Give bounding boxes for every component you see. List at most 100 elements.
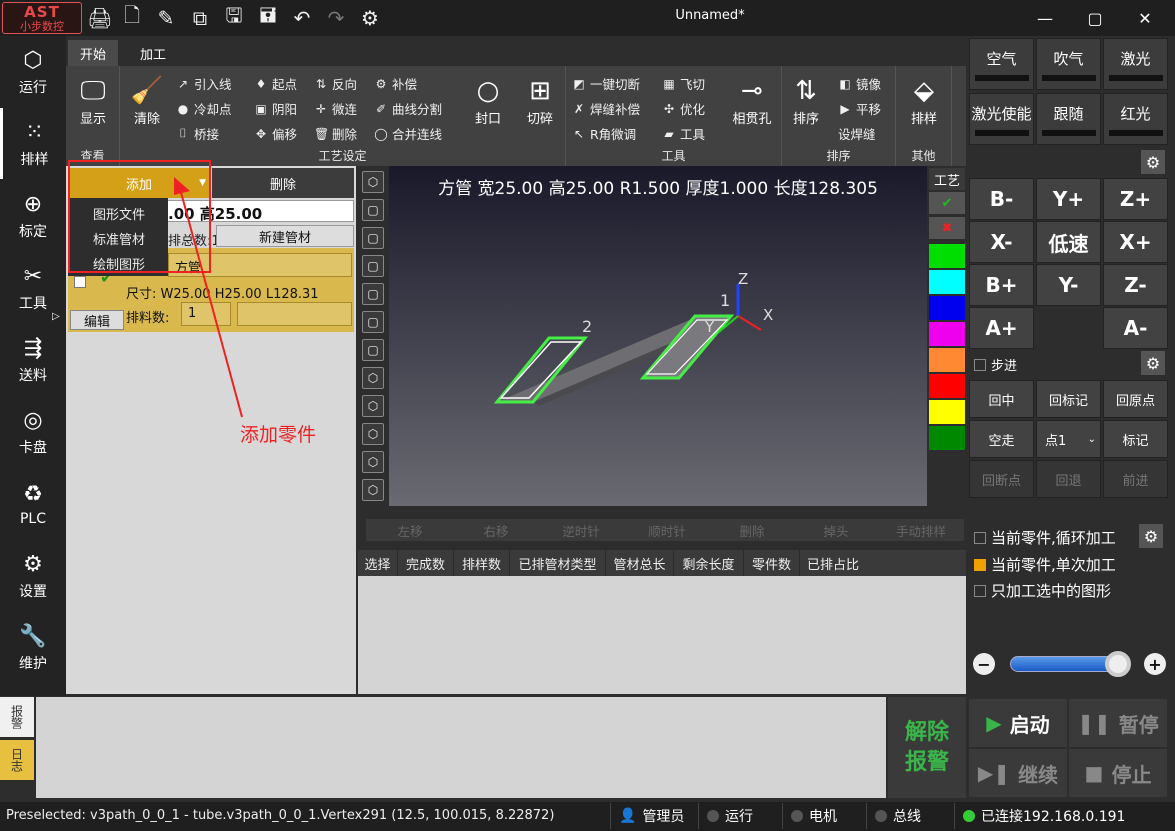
layer-swatch[interactable] xyxy=(929,322,965,346)
curve-split-button[interactable]: ✐ 曲线分割 xyxy=(374,99,442,118)
pause-button[interactable]: ❚❚ 暂停 xyxy=(1069,699,1167,747)
tools-button[interactable]: ▰ 工具 xyxy=(662,124,705,143)
alarm-tab[interactable]: 报警 xyxy=(0,697,34,737)
selected-only-checkbox[interactable]: 只加工选中的图形 xyxy=(974,580,1111,601)
nav-calibrate[interactable]: ⊕ 标定 xyxy=(0,180,66,251)
tab-process[interactable]: 加工 xyxy=(128,40,178,66)
print-icon[interactable]: 🖨 xyxy=(86,4,114,32)
single-current-checkbox[interactable]: 当前零件,单次加工 xyxy=(974,554,1116,575)
view-cube-1-icon[interactable]: ⬡ xyxy=(362,367,384,389)
nav-feed[interactable]: ⇶ 送料 xyxy=(0,324,66,395)
view-right-icon[interactable]: ▢ xyxy=(362,283,384,305)
return-mark-button[interactable]: 回标记 xyxy=(1036,380,1101,418)
view-iso-icon[interactable]: ⬡ xyxy=(362,171,384,193)
new-file-icon[interactable]: 🗋 xyxy=(118,3,146,32)
close-button[interactable]: ✕ xyxy=(1120,2,1170,34)
move-right-button[interactable]: 右移 xyxy=(454,519,538,541)
clear-button[interactable]: 🧹 清除 xyxy=(124,74,170,127)
speed-minus-button[interactable]: − xyxy=(973,653,995,675)
compensate-button[interactable]: ⚙ 补偿 xyxy=(374,74,417,93)
loop-current-checkbox[interactable]: 当前零件,循环加工 xyxy=(974,527,1116,548)
forward-button[interactable]: 前进 xyxy=(1103,460,1168,498)
minimize-button[interactable]: — xyxy=(1020,2,1070,34)
save-as-icon[interactable]: 🖬 xyxy=(254,3,282,32)
step-checkbox[interactable]: 步进 xyxy=(974,355,1017,374)
jog-low-speed[interactable]: 低速 xyxy=(1036,221,1101,263)
col-total-length[interactable]: 管材总长 xyxy=(606,550,674,576)
r-corner-button[interactable]: ↖ R角微调 xyxy=(572,124,636,143)
rotate-ccw-button[interactable]: 逆时针 xyxy=(538,519,624,541)
jog-b-plus[interactable]: B+ xyxy=(969,264,1034,306)
set-weld-button[interactable]: 设焊缝 xyxy=(838,124,876,143)
col-select[interactable]: 选择 xyxy=(358,550,398,576)
tab-start[interactable]: 开始 xyxy=(68,40,119,66)
translate-button[interactable]: ▶ 平移 xyxy=(838,99,881,118)
enable-check-icon[interactable]: ✔ xyxy=(929,192,965,214)
import-icon[interactable]: ⧉ xyxy=(186,4,214,32)
process-settings-gear-icon[interactable]: ⚙ xyxy=(1139,524,1163,548)
laser-enable-button[interactable]: 激光使能 xyxy=(969,93,1034,145)
col-tube-type[interactable]: 已排管材类型 xyxy=(510,550,606,576)
disable-x-icon[interactable]: ✖ xyxy=(929,217,965,239)
view-top-icon[interactable]: ▢ xyxy=(362,311,384,333)
layer-swatch[interactable] xyxy=(929,400,965,424)
jog-y-plus[interactable]: Y+ xyxy=(1036,178,1101,220)
settings-gear-icon[interactable]: ⚙ xyxy=(356,4,384,32)
part-checkbox[interactable] xyxy=(74,276,86,288)
start-point-button[interactable]: ♦ 起点 xyxy=(254,74,297,93)
layer-swatch[interactable] xyxy=(929,296,965,320)
jog-x-plus[interactable]: X+ xyxy=(1103,221,1168,263)
delete-button[interactable]: 🗑 删除 xyxy=(314,124,357,143)
yin-yang-button[interactable]: ▣ 阴阳 xyxy=(254,99,297,118)
stop-button[interactable]: ■ 停止 xyxy=(1069,749,1167,797)
weld-comp-button[interactable]: ✗ 焊缝补偿 xyxy=(572,99,640,118)
nav-run[interactable]: ⬡ 运行 xyxy=(0,36,66,107)
return-breakpoint-button[interactable]: 回断点 xyxy=(969,460,1034,498)
reverse-button[interactable]: ⇅ 反向 xyxy=(314,74,357,93)
layer-swatch[interactable] xyxy=(929,270,965,294)
air-button[interactable]: 空气 xyxy=(969,38,1034,90)
follow-button[interactable]: 跟随 xyxy=(1036,93,1101,145)
undo-icon[interactable]: ↶ xyxy=(288,4,316,32)
laser-button[interactable]: 激光 xyxy=(1103,38,1168,90)
layer-swatch[interactable] xyxy=(929,348,965,372)
cut-set-button[interactable]: ⊞ 切碎 xyxy=(516,74,564,127)
col-ratio[interactable]: 已排占比 xyxy=(800,550,866,576)
nav-plc[interactable]: ♻ PLC xyxy=(0,468,66,539)
rotate-cw-button[interactable]: 顺时针 xyxy=(624,519,710,541)
col-remaining[interactable]: 剩余长度 xyxy=(674,550,744,576)
intersect-hole-button[interactable]: ⊸ 相贯孔 xyxy=(726,74,778,127)
back-button[interactable]: 回退 xyxy=(1036,460,1101,498)
flip-button[interactable]: 掉头 xyxy=(794,519,878,541)
offset-button[interactable]: ✥ 偏移 xyxy=(254,124,297,143)
nav-settings[interactable]: ⚙ 设置 xyxy=(0,540,66,611)
fly-cut-button[interactable]: ▦ 飞切 xyxy=(662,74,705,93)
nesting-button[interactable]: ⬙ 排样 xyxy=(898,74,950,127)
admin-status[interactable]: 👤 管理员 xyxy=(610,803,694,829)
maximize-button[interactable]: ▢ xyxy=(1070,2,1120,34)
blow-button[interactable]: 吹气 xyxy=(1036,38,1101,90)
jog-x-minus[interactable]: X- xyxy=(969,221,1034,263)
view-front-icon[interactable]: ▢ xyxy=(362,199,384,221)
jog-b-minus[interactable]: B- xyxy=(969,178,1034,220)
speed-plus-button[interactable]: + xyxy=(1144,653,1166,675)
move-left-button[interactable]: 左移 xyxy=(366,519,454,541)
nav-nesting[interactable]: ⁙ 排样 xyxy=(0,108,66,179)
return-origin-button[interactable]: 回原点 xyxy=(1103,380,1168,418)
view-cube-3-icon[interactable]: ⬡ xyxy=(362,423,384,445)
edit-button[interactable]: 编辑 xyxy=(70,310,124,330)
view-back-icon[interactable]: ▢ xyxy=(362,227,384,249)
edit-file-icon[interactable]: ✎ xyxy=(152,4,180,32)
mirror-button[interactable]: ◧ 镜像 xyxy=(838,74,881,93)
view-cube-5-icon[interactable]: ⬡ xyxy=(362,479,384,501)
delete-nest-button[interactable]: 删除 xyxy=(710,519,794,541)
one-key-cut-button[interactable]: ◩ 一键切断 xyxy=(572,74,640,93)
return-center-button[interactable]: 回中 xyxy=(969,380,1034,418)
dry-run-button[interactable]: 空走 xyxy=(969,420,1034,458)
lead-line-button[interactable]: ↗ 引入线 xyxy=(176,74,232,93)
merge-lines-button[interactable]: ◯ 合并连线 xyxy=(374,124,442,143)
jog-settings-gear-icon[interactable]: ⚙ xyxy=(1141,351,1165,375)
sort-button[interactable]: ⇅ 排序 xyxy=(786,74,826,127)
micro-join-button[interactable]: ✛ 微连 xyxy=(314,99,357,118)
slider-handle[interactable] xyxy=(1105,651,1131,677)
